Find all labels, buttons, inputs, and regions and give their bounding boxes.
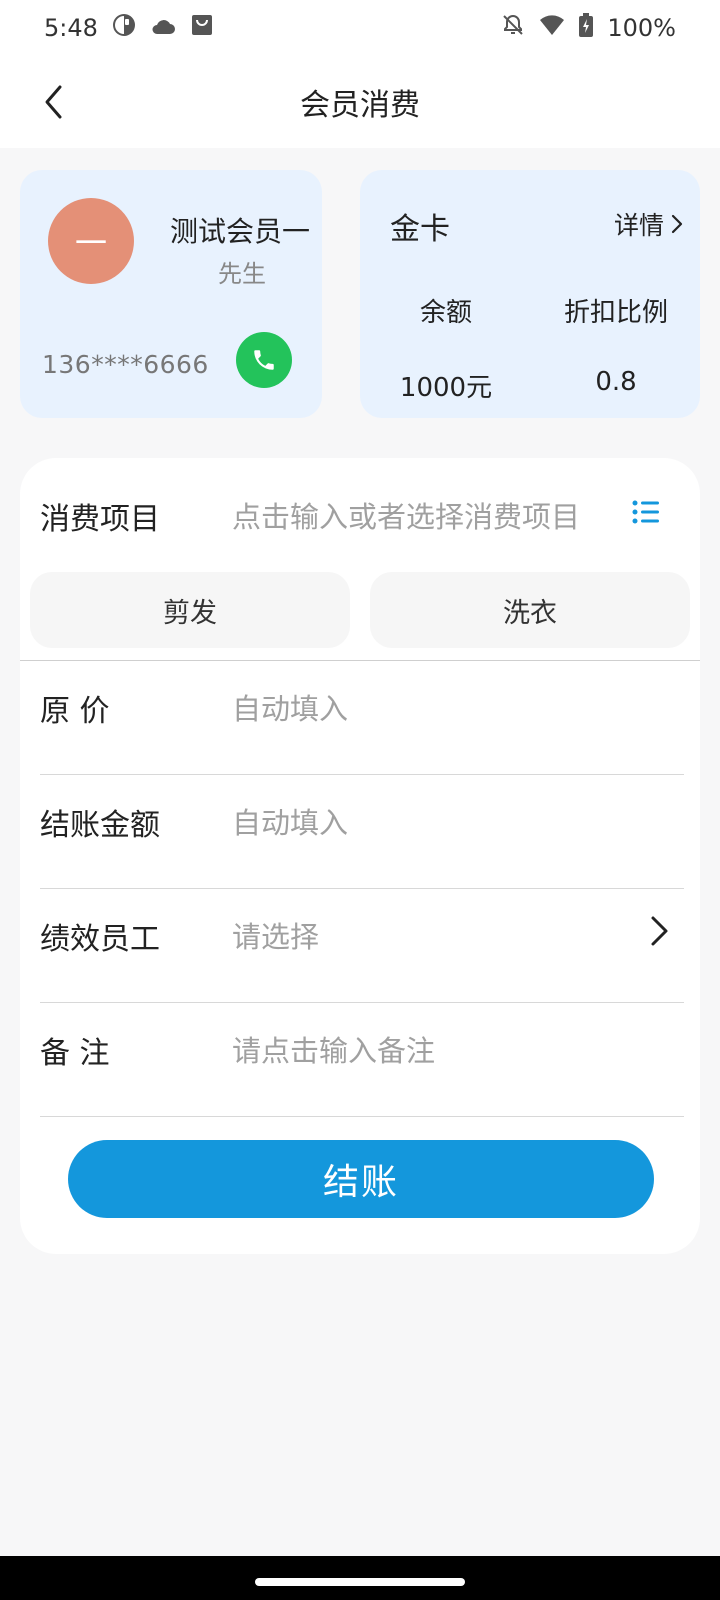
chevron-right-icon: [671, 214, 683, 234]
system-nav-bar: [0, 1556, 720, 1600]
staff-select[interactable]: 请选择: [232, 914, 319, 956]
battery-level: 100%: [607, 14, 676, 42]
remark-label: 备 注: [40, 1036, 110, 1071]
original-price-label: 原 价: [40, 694, 110, 729]
wifi-icon: [539, 14, 565, 42]
avatar-text: 一: [74, 224, 107, 262]
staff-label: 绩效员工: [40, 922, 160, 957]
divider: [20, 660, 700, 661]
cloud-icon: [150, 14, 176, 42]
details-link[interactable]: 详情: [614, 206, 684, 242]
consumption-form: 消费项目 点击输入或者选择消费项目 剪发 洗衣 原 价 自动填入 结账金额 自动…: [20, 458, 700, 1254]
balance-label: 余额: [419, 298, 472, 328]
remark-input[interactable]: 请点击输入备注: [232, 1028, 435, 1070]
home-gesture-handle[interactable]: [255, 1578, 465, 1586]
card-type: 金卡: [390, 212, 450, 247]
divider: [40, 1116, 684, 1117]
balance-value: 1000元: [399, 373, 493, 403]
shopping-bag-icon: [190, 13, 214, 43]
discount-label: 折扣比例: [563, 298, 668, 328]
divider: [40, 888, 684, 889]
battery-charging-icon: [579, 13, 594, 43]
checkout-amount-value: 自动填入: [232, 806, 349, 840]
status-bar-left: 5:48: [44, 13, 214, 43]
chip-haircut[interactable]: 剪发: [30, 572, 350, 648]
member-card: 一 测试会员一 先生 136****6666: [20, 170, 322, 418]
divider: [40, 1002, 684, 1003]
back-button[interactable]: [30, 78, 78, 126]
discount-value: 0.8: [595, 367, 637, 397]
member-phone: 136****6666: [42, 350, 209, 379]
page-title: 会员消费: [300, 88, 420, 123]
discount-column: 折扣比例 0.8: [536, 292, 696, 397]
notifications-off-icon: [501, 13, 525, 43]
checkout-amount-label: 结账金额: [40, 808, 160, 843]
call-button[interactable]: [236, 332, 292, 388]
member-name: 测试会员一: [170, 215, 311, 248]
balance-column: 余额 1000元: [366, 292, 526, 404]
avatar: 一: [48, 198, 134, 284]
member-gender: 先生: [218, 260, 266, 288]
membership-card-panel: 金卡 详情 余额 1000元 折扣比例 0.8: [360, 170, 700, 418]
staff-chevron-icon[interactable]: [642, 914, 676, 948]
phone-icon: [254, 350, 274, 370]
details-label: 详情: [613, 211, 664, 240]
status-time: 5:48: [44, 14, 98, 42]
original-price-value: 自动填入: [232, 692, 349, 726]
item-input[interactable]: 点击输入或者选择消费项目: [232, 494, 580, 536]
chevron-left-icon: [45, 85, 62, 119]
status-bar-right: 100%: [501, 13, 676, 43]
item-label: 消费项目: [40, 502, 160, 537]
status-bar: 5:48 100%: [0, 0, 720, 56]
checkout-button[interactable]: 结账: [68, 1140, 654, 1218]
chip-laundry[interactable]: 洗衣: [370, 572, 690, 648]
app-bar: 会员消费: [0, 56, 720, 148]
divider: [40, 774, 684, 775]
app-icon: [112, 13, 136, 43]
list-select-icon[interactable]: [632, 498, 660, 526]
